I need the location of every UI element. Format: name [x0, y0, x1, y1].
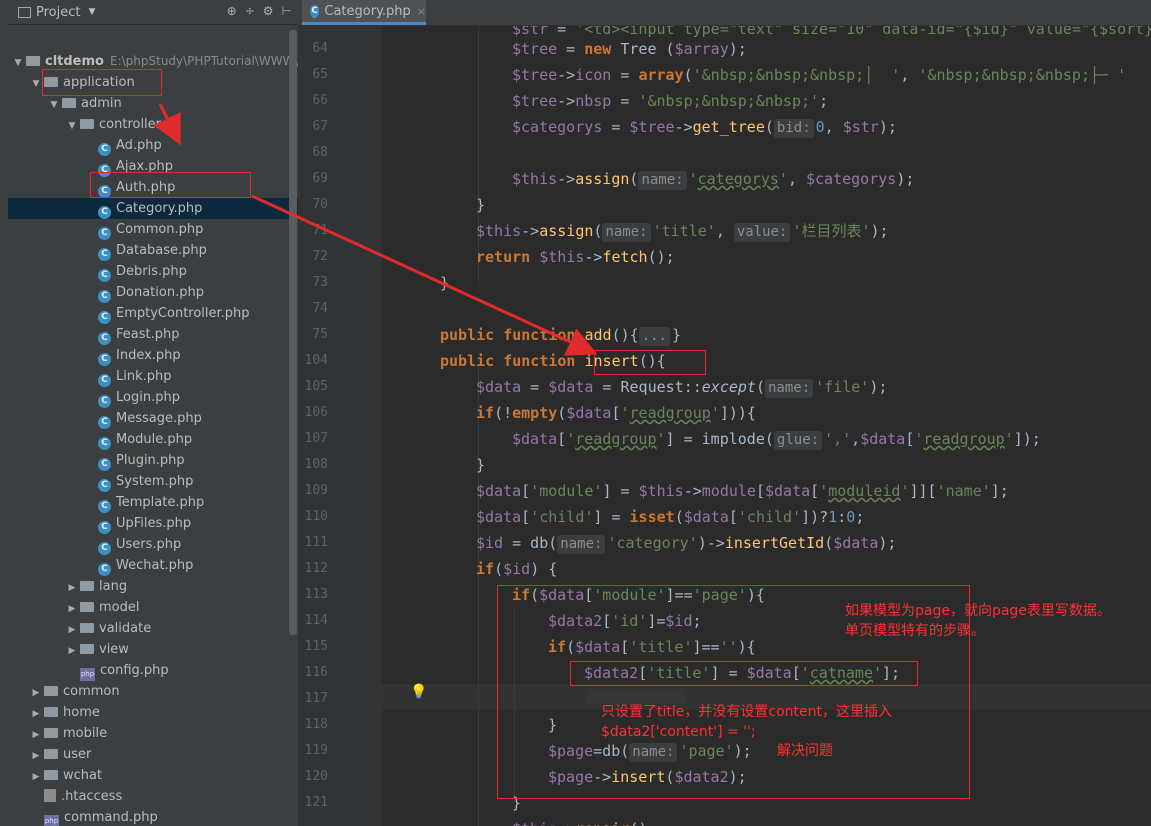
annotation-arrow-insert: [251, 194, 598, 356]
annotation-arrows: [153, 103, 598, 356]
annotation-arrow-admin: [153, 103, 181, 146]
